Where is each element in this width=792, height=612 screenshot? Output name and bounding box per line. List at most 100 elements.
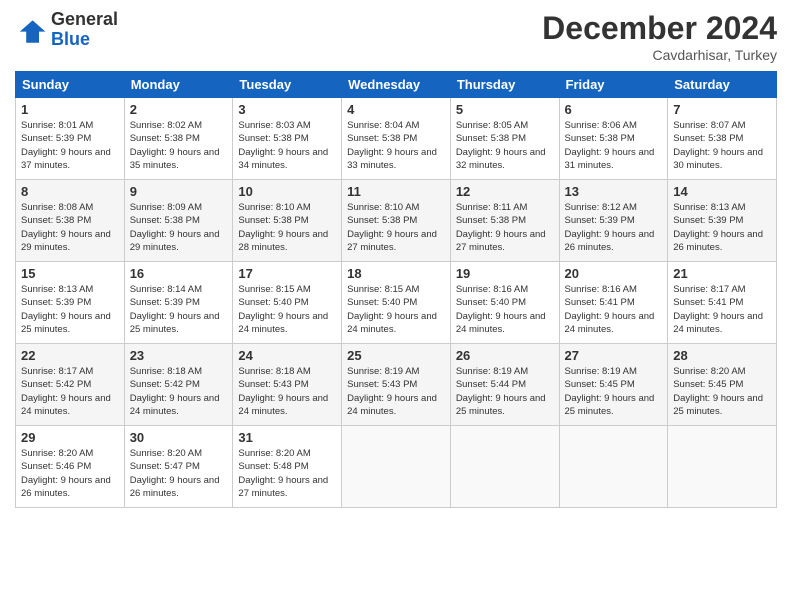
day-number: 12 (456, 184, 554, 199)
day-number: 28 (673, 348, 771, 363)
day-cell-5: 5 Sunrise: 8:05 AM Sunset: 5:38 PM Dayli… (450, 98, 559, 180)
day-cell-22: 22 Sunrise: 8:17 AM Sunset: 5:42 PM Dayl… (16, 344, 125, 426)
day-info: Sunrise: 8:07 AM Sunset: 5:38 PM Dayligh… (673, 119, 771, 172)
day-info: Sunrise: 8:19 AM Sunset: 5:44 PM Dayligh… (456, 365, 554, 418)
col-thursday: Thursday (450, 72, 559, 98)
day-number: 5 (456, 102, 554, 117)
day-info: Sunrise: 8:09 AM Sunset: 5:38 PM Dayligh… (130, 201, 228, 254)
day-number: 25 (347, 348, 445, 363)
week-row-2: 8 Sunrise: 8:08 AM Sunset: 5:38 PM Dayli… (16, 180, 777, 262)
logo-blue: Blue (51, 29, 90, 49)
day-cell-30: 30 Sunrise: 8:20 AM Sunset: 5:47 PM Dayl… (124, 426, 233, 508)
day-cell-16: 16 Sunrise: 8:14 AM Sunset: 5:39 PM Dayl… (124, 262, 233, 344)
day-number: 18 (347, 266, 445, 281)
day-number: 23 (130, 348, 228, 363)
header: General Blue December 2024 Cavdarhisar, … (15, 10, 777, 63)
day-cell-24: 24 Sunrise: 8:18 AM Sunset: 5:43 PM Dayl… (233, 344, 342, 426)
day-info: Sunrise: 8:19 AM Sunset: 5:45 PM Dayligh… (565, 365, 663, 418)
day-number: 19 (456, 266, 554, 281)
day-number: 11 (347, 184, 445, 199)
week-row-5: 29 Sunrise: 8:20 AM Sunset: 5:46 PM Dayl… (16, 426, 777, 508)
day-cell-15: 15 Sunrise: 8:13 AM Sunset: 5:39 PM Dayl… (16, 262, 125, 344)
day-cell-empty (559, 426, 668, 508)
day-info: Sunrise: 8:02 AM Sunset: 5:38 PM Dayligh… (130, 119, 228, 172)
page-container: General Blue December 2024 Cavdarhisar, … (0, 0, 792, 518)
col-saturday: Saturday (668, 72, 777, 98)
day-cell-21: 21 Sunrise: 8:17 AM Sunset: 5:41 PM Dayl… (668, 262, 777, 344)
day-number: 4 (347, 102, 445, 117)
day-cell-26: 26 Sunrise: 8:19 AM Sunset: 5:44 PM Dayl… (450, 344, 559, 426)
day-cell-3: 3 Sunrise: 8:03 AM Sunset: 5:38 PM Dayli… (233, 98, 342, 180)
day-number: 9 (130, 184, 228, 199)
day-info: Sunrise: 8:08 AM Sunset: 5:38 PM Dayligh… (21, 201, 119, 254)
day-info: Sunrise: 8:18 AM Sunset: 5:42 PM Dayligh… (130, 365, 228, 418)
day-cell-empty (450, 426, 559, 508)
day-cell-31: 31 Sunrise: 8:20 AM Sunset: 5:48 PM Dayl… (233, 426, 342, 508)
day-number: 14 (673, 184, 771, 199)
day-info: Sunrise: 8:12 AM Sunset: 5:39 PM Dayligh… (565, 201, 663, 254)
logo-text: General Blue (51, 10, 118, 50)
day-info: Sunrise: 8:20 AM Sunset: 5:46 PM Dayligh… (21, 447, 119, 500)
day-cell-18: 18 Sunrise: 8:15 AM Sunset: 5:40 PM Dayl… (342, 262, 451, 344)
day-info: Sunrise: 8:06 AM Sunset: 5:38 PM Dayligh… (565, 119, 663, 172)
col-wednesday: Wednesday (342, 72, 451, 98)
day-number: 17 (238, 266, 336, 281)
header-row: Sunday Monday Tuesday Wednesday Thursday… (16, 72, 777, 98)
day-cell-29: 29 Sunrise: 8:20 AM Sunset: 5:46 PM Dayl… (16, 426, 125, 508)
day-cell-17: 17 Sunrise: 8:15 AM Sunset: 5:40 PM Dayl… (233, 262, 342, 344)
day-info: Sunrise: 8:01 AM Sunset: 5:39 PM Dayligh… (21, 119, 119, 172)
day-number: 31 (238, 430, 336, 445)
day-number: 1 (21, 102, 119, 117)
day-cell-empty (342, 426, 451, 508)
day-info: Sunrise: 8:13 AM Sunset: 5:39 PM Dayligh… (673, 201, 771, 254)
day-number: 15 (21, 266, 119, 281)
day-cell-20: 20 Sunrise: 8:16 AM Sunset: 5:41 PM Dayl… (559, 262, 668, 344)
day-cell-25: 25 Sunrise: 8:19 AM Sunset: 5:43 PM Dayl… (342, 344, 451, 426)
day-info: Sunrise: 8:03 AM Sunset: 5:38 PM Dayligh… (238, 119, 336, 172)
day-info: Sunrise: 8:16 AM Sunset: 5:40 PM Dayligh… (456, 283, 554, 336)
title-block: December 2024 Cavdarhisar, Turkey (542, 10, 777, 63)
week-row-4: 22 Sunrise: 8:17 AM Sunset: 5:42 PM Dayl… (16, 344, 777, 426)
col-monday: Monday (124, 72, 233, 98)
day-cell-4: 4 Sunrise: 8:04 AM Sunset: 5:38 PM Dayli… (342, 98, 451, 180)
day-info: Sunrise: 8:15 AM Sunset: 5:40 PM Dayligh… (238, 283, 336, 336)
day-info: Sunrise: 8:04 AM Sunset: 5:38 PM Dayligh… (347, 119, 445, 172)
day-info: Sunrise: 8:15 AM Sunset: 5:40 PM Dayligh… (347, 283, 445, 336)
week-row-1: 1 Sunrise: 8:01 AM Sunset: 5:39 PM Dayli… (16, 98, 777, 180)
day-number: 10 (238, 184, 336, 199)
day-cell-6: 6 Sunrise: 8:06 AM Sunset: 5:38 PM Dayli… (559, 98, 668, 180)
day-number: 2 (130, 102, 228, 117)
day-cell-7: 7 Sunrise: 8:07 AM Sunset: 5:38 PM Dayli… (668, 98, 777, 180)
day-cell-1: 1 Sunrise: 8:01 AM Sunset: 5:39 PM Dayli… (16, 98, 125, 180)
day-cell-14: 14 Sunrise: 8:13 AM Sunset: 5:39 PM Dayl… (668, 180, 777, 262)
day-info: Sunrise: 8:19 AM Sunset: 5:43 PM Dayligh… (347, 365, 445, 418)
day-number: 3 (238, 102, 336, 117)
day-number: 22 (21, 348, 119, 363)
day-number: 20 (565, 266, 663, 281)
day-cell-empty (668, 426, 777, 508)
day-info: Sunrise: 8:20 AM Sunset: 5:48 PM Dayligh… (238, 447, 336, 500)
day-number: 8 (21, 184, 119, 199)
day-number: 13 (565, 184, 663, 199)
day-number: 24 (238, 348, 336, 363)
day-number: 7 (673, 102, 771, 117)
day-number: 16 (130, 266, 228, 281)
day-info: Sunrise: 8:10 AM Sunset: 5:38 PM Dayligh… (238, 201, 336, 254)
day-info: Sunrise: 8:17 AM Sunset: 5:41 PM Dayligh… (673, 283, 771, 336)
logo-general: General (51, 9, 118, 29)
day-cell-13: 13 Sunrise: 8:12 AM Sunset: 5:39 PM Dayl… (559, 180, 668, 262)
day-info: Sunrise: 8:20 AM Sunset: 5:47 PM Dayligh… (130, 447, 228, 500)
day-info: Sunrise: 8:17 AM Sunset: 5:42 PM Dayligh… (21, 365, 119, 418)
day-info: Sunrise: 8:13 AM Sunset: 5:39 PM Dayligh… (21, 283, 119, 336)
day-cell-27: 27 Sunrise: 8:19 AM Sunset: 5:45 PM Dayl… (559, 344, 668, 426)
day-cell-12: 12 Sunrise: 8:11 AM Sunset: 5:38 PM Dayl… (450, 180, 559, 262)
day-cell-11: 11 Sunrise: 8:10 AM Sunset: 5:38 PM Dayl… (342, 180, 451, 262)
day-number: 26 (456, 348, 554, 363)
week-row-3: 15 Sunrise: 8:13 AM Sunset: 5:39 PM Dayl… (16, 262, 777, 344)
day-cell-19: 19 Sunrise: 8:16 AM Sunset: 5:40 PM Dayl… (450, 262, 559, 344)
day-number: 27 (565, 348, 663, 363)
day-number: 6 (565, 102, 663, 117)
location: Cavdarhisar, Turkey (542, 47, 777, 63)
day-info: Sunrise: 8:18 AM Sunset: 5:43 PM Dayligh… (238, 365, 336, 418)
day-cell-2: 2 Sunrise: 8:02 AM Sunset: 5:38 PM Dayli… (124, 98, 233, 180)
